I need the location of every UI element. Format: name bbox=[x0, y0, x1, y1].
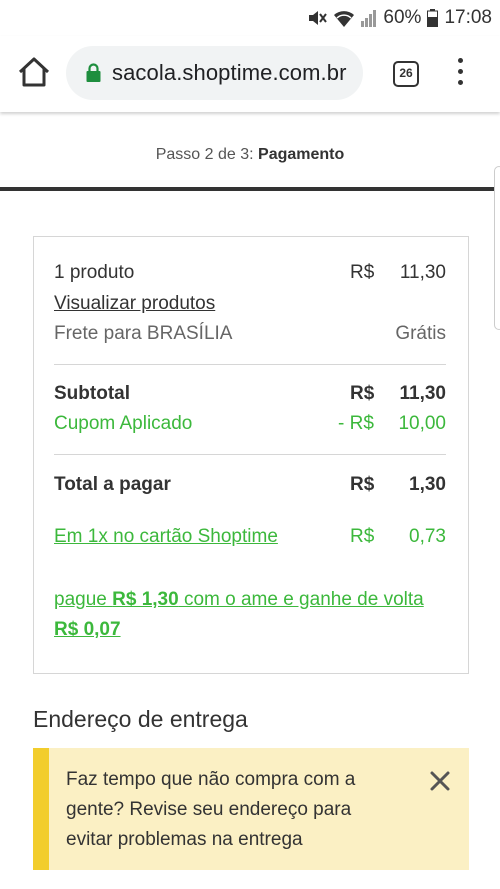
total-currency: R$ bbox=[350, 474, 375, 495]
subtotal-value: 11,30 bbox=[399, 383, 447, 404]
products-value: 11,30 bbox=[399, 262, 446, 283]
installment-value: 0,73 bbox=[409, 526, 446, 547]
total-value: 1,30 bbox=[409, 474, 446, 495]
status-icons: 60% 17:08 bbox=[307, 6, 492, 30]
subtotal-label: Subtotal bbox=[54, 383, 130, 404]
shipping-label: Frete para BRASÍLIA bbox=[54, 323, 233, 344]
ame-text-pre: pague bbox=[54, 589, 113, 610]
step-divider bbox=[0, 187, 500, 191]
mute-icon bbox=[307, 8, 328, 28]
scroll-indicator[interactable] bbox=[494, 166, 500, 330]
browser-toolbar: sacola.shoptime.com.br 26 bbox=[0, 36, 500, 112]
ame-text-mid: com o ame e ganhe de volta bbox=[178, 589, 424, 610]
url-bar[interactable]: sacola.shoptime.com.br bbox=[66, 46, 363, 100]
address-section-title: Endereço de entrega bbox=[33, 706, 248, 732]
more-menu-icon[interactable] bbox=[452, 58, 468, 88]
address-notice-text: Faz tempo que não compra com a gente? Re… bbox=[66, 769, 356, 850]
step-current: Pagamento bbox=[258, 146, 345, 163]
battery-percent: 60% bbox=[383, 7, 422, 28]
subtotal-currency: R$ bbox=[350, 383, 375, 404]
coupon-label: Cupom Aplicado bbox=[54, 413, 193, 434]
view-products-link[interactable]: Visualizar produtos bbox=[54, 293, 215, 315]
ame-cashback-link[interactable]: pague R$ 1,30 com o ame e ganhe de volta… bbox=[54, 585, 446, 645]
battery-icon bbox=[427, 9, 439, 27]
status-bar: 60% 17:08 bbox=[0, 0, 500, 36]
installment-currency: R$ bbox=[350, 526, 375, 547]
divider bbox=[54, 454, 446, 455]
shipping-value: Grátis bbox=[395, 323, 446, 344]
total-label: Total a pagar bbox=[54, 474, 171, 495]
coupon-value: 10,00 bbox=[398, 413, 446, 434]
wifi-icon bbox=[333, 8, 355, 28]
ame-cashback: R$ 0,07 bbox=[54, 619, 121, 640]
products-label: 1 produto bbox=[54, 262, 135, 283]
checkout-step: Passo 2 de 3: Pagamento bbox=[0, 146, 500, 164]
products-currency: R$ bbox=[350, 262, 375, 283]
tabs-icon[interactable]: 26 bbox=[393, 61, 419, 87]
signal-icon bbox=[361, 9, 377, 27]
ame-amount: R$ 1,30 bbox=[112, 589, 179, 610]
order-summary: 1 produto R$ 11,30 Visualizar produtos F… bbox=[33, 236, 469, 674]
url-text: sacola.shoptime.com.br bbox=[112, 60, 347, 85]
home-icon[interactable] bbox=[16, 54, 52, 90]
divider bbox=[54, 364, 446, 365]
coupon-currency: - R$ bbox=[338, 413, 374, 434]
lock-icon bbox=[86, 63, 101, 87]
address-notice: Faz tempo que não compra com a gente? Re… bbox=[33, 748, 469, 870]
installment-link[interactable]: Em 1x no cartão Shoptime bbox=[54, 526, 278, 548]
close-icon[interactable] bbox=[429, 770, 451, 792]
step-prefix: Passo 2 de 3: bbox=[155, 146, 254, 163]
clock: 17:08 bbox=[444, 7, 492, 28]
